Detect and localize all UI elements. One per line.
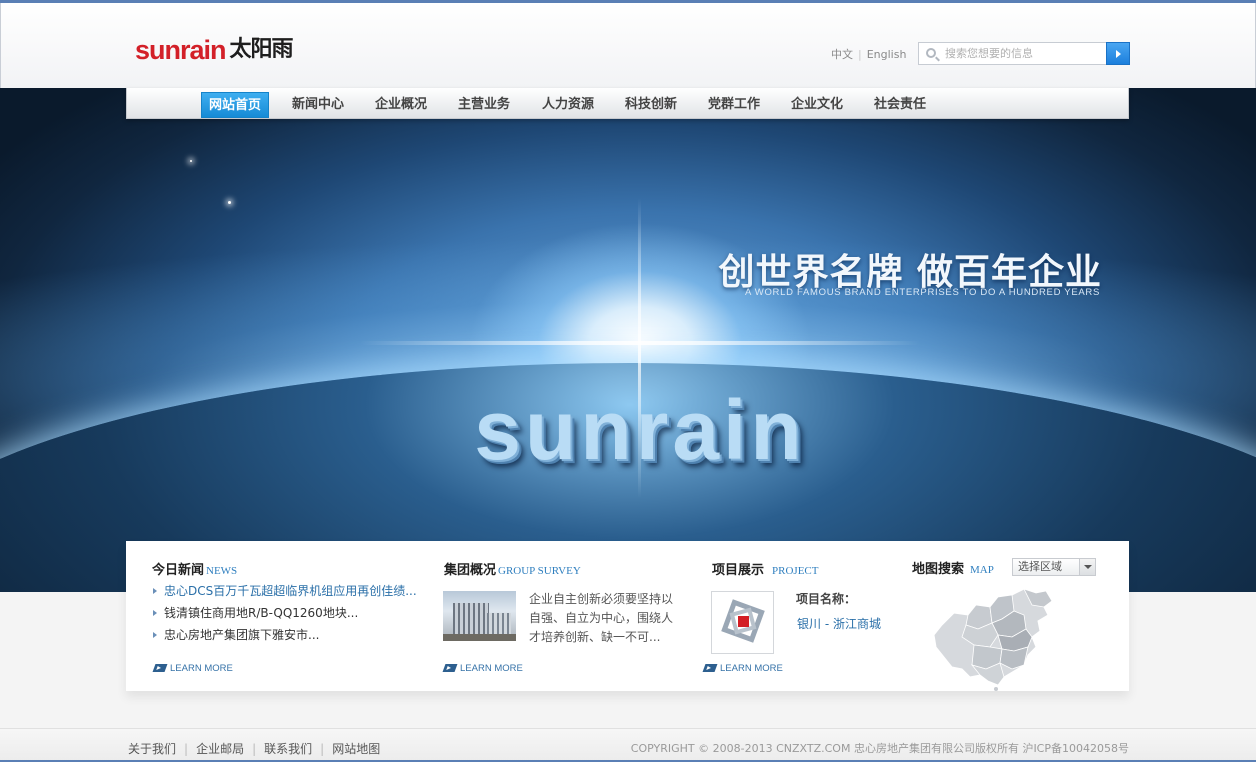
lang-chinese-link[interactable]: 中文 — [831, 48, 853, 61]
project-name-link[interactable]: 银川 - 浙江商城 — [797, 615, 881, 632]
news-section-title: 今日新闻 NEWS — [152, 559, 237, 578]
project-more-label: LEARN MORE — [720, 663, 783, 674]
map-title-cn: 地图搜索 — [912, 562, 965, 577]
site-logo[interactable]: sunrain 太阳雨 — [135, 31, 294, 65]
nav-item-culture[interactable]: 企业文化 — [791, 92, 843, 118]
star-sparkle — [228, 201, 231, 204]
nav-item-hr[interactable]: 人力资源 — [542, 92, 594, 118]
header: sunrain 太阳雨 中文 | English — [0, 3, 1256, 88]
building-block — [487, 613, 511, 635]
building-thumbnail[interactable] — [443, 591, 516, 641]
nav-item-home[interactable]: 网站首页 — [201, 92, 270, 118]
survey-title-en: GROUP SURVEY — [498, 565, 581, 577]
logo-chinese: 太阳雨 — [229, 37, 294, 62]
project-title-cn: 项目展示 — [712, 563, 765, 578]
logo-red-square — [738, 616, 749, 627]
footer-link-contact[interactable]: 联系我们 — [264, 742, 312, 756]
survey-section-title: 集团概况 GROUP SURVEY — [444, 559, 581, 578]
nav-item-overview[interactable]: 企业概况 — [375, 92, 427, 118]
search-icon — [926, 48, 936, 58]
news-more-label: LEARN MORE — [170, 663, 233, 674]
arrow-badge-icon — [152, 664, 168, 672]
news-item[interactable]: 忠心DCS百万千瓦超超临界机组应用再创佳绩... — [152, 583, 422, 605]
news-title-cn: 今日新闻 — [152, 563, 205, 578]
news-title-en: NEWS — [206, 565, 238, 577]
region-select-value: 选择区域 — [1018, 560, 1062, 573]
survey-learn-more-link[interactable]: LEARN MORE — [442, 663, 523, 674]
arrow-badge-icon — [442, 664, 458, 672]
news-learn-more-link[interactable]: LEARN MORE — [152, 663, 233, 674]
search-input[interactable] — [945, 45, 1105, 62]
footer-separator: | — [184, 742, 189, 756]
map-section-title: 地图搜索 MAP — [912, 558, 994, 577]
survey-summary: 企业自主创新必须要坚持以自强、自立为中心，围绕人才培养创新、缺一不可... — [529, 592, 674, 644]
main-nav: 网站首页 新闻中心 企业概况 主营业务 人力资源 科技创新 党群工作 企业文化 … — [126, 88, 1129, 119]
language-switch: 中文 | English — [831, 48, 907, 61]
project-section-title: 项目展示 PROJECT — [712, 559, 818, 578]
footer-link-sitemap[interactable]: 网站地图 — [332, 742, 380, 756]
nav-item-innovation[interactable]: 科技创新 — [625, 92, 677, 118]
logo-wordmark: sunrain — [135, 35, 227, 65]
survey-title-cn: 集团概况 — [444, 563, 497, 578]
nav-item-business[interactable]: 主营业务 — [458, 92, 510, 118]
news-item[interactable]: 钱清镇住商用地R/B-QQ1260地块... — [152, 605, 422, 627]
building-ground — [443, 634, 516, 641]
building-block — [453, 603, 489, 635]
project-name-label: 项目名称： — [796, 592, 857, 606]
nav-item-news[interactable]: 新闻中心 — [292, 92, 344, 118]
footer-link-about[interactable]: 关于我们 — [128, 742, 176, 756]
map-title-en: MAP — [970, 564, 994, 576]
content-panel: 今日新闻 NEWS 忠心DCS百万千瓦超超临界机组应用再创佳绩... 钱清镇住商用… — [126, 541, 1129, 691]
banner-3d-logo: sunrain — [474, 383, 806, 477]
star-sparkle — [190, 160, 192, 162]
chevron-down-icon — [1079, 559, 1095, 575]
hero-banner: 创世界名牌 做百年企业 A WORLD FAMOUS BRAND ENTERPR… — [0, 88, 1256, 592]
search-submit-button[interactable] — [1106, 42, 1130, 65]
footer-separator: | — [252, 742, 257, 756]
news-item[interactable]: 忠心房地产集团旗下雅安市... — [152, 627, 422, 649]
arrow-badge-icon — [702, 664, 718, 672]
region-select[interactable]: 选择区域 — [1012, 558, 1096, 576]
survey-more-label: LEARN MORE — [460, 663, 523, 674]
nav-item-party[interactable]: 党群工作 — [708, 92, 760, 118]
footer-separator: | — [320, 742, 325, 756]
project-learn-more-link[interactable]: LEARN MORE — [702, 663, 783, 674]
footer: 关于我们 | 企业邮局 | 联系我们 | 网站地图 COPYRIGHT © 2008-201… — [0, 728, 1256, 762]
copyright-text: COPYRIGHT © 2008-2013 CNZXTZ.COM 忠心房地产集团… — [630, 742, 1129, 755]
map-island — [994, 687, 998, 691]
news-list: 忠心DCS百万千瓦超超临界机组应用再创佳绩... 钱清镇住商用地R/B-QQ12… — [152, 583, 422, 649]
china-map[interactable] — [932, 585, 1054, 691]
banner-slogan-english: A WORLD FAMOUS BRAND ENTERPRISES TO DO A… — [744, 287, 1100, 298]
project-title-en: PROJECT — [772, 565, 819, 577]
footer-link-mail[interactable]: 企业邮局 — [196, 742, 244, 756]
project-logo-thumbnail[interactable] — [711, 591, 774, 654]
search-box — [918, 42, 1130, 65]
lang-english-link[interactable]: English — [867, 48, 907, 61]
footer-links: 关于我们 | 企业邮局 | 联系我们 | 网站地图 — [128, 740, 380, 757]
nav-item-responsibility[interactable]: 社会责任 — [874, 92, 926, 118]
